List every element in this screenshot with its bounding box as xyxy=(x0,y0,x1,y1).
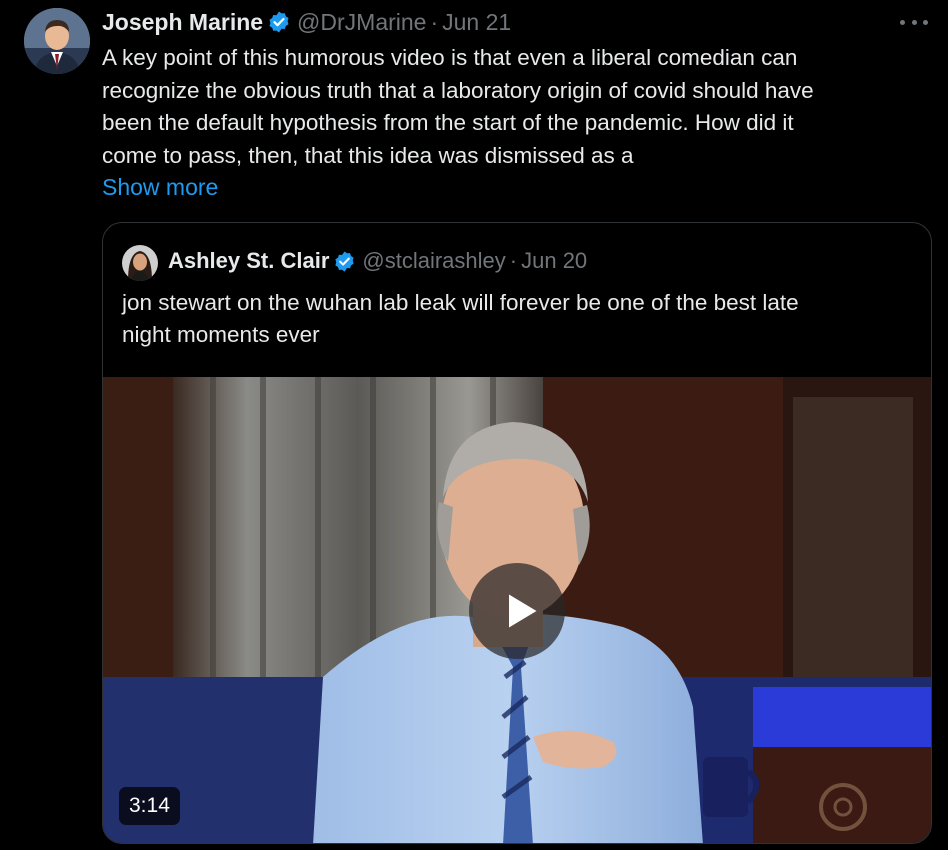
video-player[interactable]: 3:14 xyxy=(103,377,931,843)
more-options-icon[interactable] xyxy=(900,10,928,34)
separator-dot: · xyxy=(509,248,518,273)
quoted-author-avatar[interactable] xyxy=(122,245,158,281)
tweet-text-line: recognize the obvious truth that a labor… xyxy=(102,77,814,103)
author-name[interactable]: Joseph Marine xyxy=(102,9,263,36)
video-duration-badge: 3:14 xyxy=(119,787,180,825)
verified-badge-icon xyxy=(269,11,289,33)
quoted-author-handle[interactable]: @stclairashley xyxy=(362,248,505,274)
author-handle[interactable]: @DrJMarine xyxy=(297,9,426,36)
quoted-tweet-text: jon stewart on the wuhan lab leak will f… xyxy=(122,287,912,351)
verified-badge-icon xyxy=(335,250,354,272)
quoted-text-line: night moments ever xyxy=(122,322,320,347)
tweet-header: Joseph Marine @DrJMarine · Jun 21 xyxy=(102,8,511,36)
tweet[interactable]: Joseph Marine @DrJMarine · Jun 21 A key … xyxy=(0,0,948,850)
show-more-link[interactable]: Show more xyxy=(102,172,218,202)
tweet-text: A key point of this humorous video is th… xyxy=(102,42,922,172)
author-avatar[interactable] xyxy=(24,8,90,74)
separator-dot: · xyxy=(430,8,439,35)
play-icon xyxy=(509,594,537,628)
quoted-tweet-date[interactable]: Jun 20 xyxy=(521,248,587,274)
tweet-date[interactable]: Jun 21 xyxy=(442,9,511,36)
quoted-author-name[interactable]: Ashley St. Clair xyxy=(168,248,329,274)
play-button[interactable] xyxy=(469,563,565,659)
quoted-tweet[interactable]: Ashley St. Clair @stclairashley · Jun 20… xyxy=(102,222,932,844)
tweet-text-line: come to pass, then, that this idea was d… xyxy=(102,142,634,168)
tweet-text-line: A key point of this humorous video is th… xyxy=(102,45,798,70)
quoted-text-line: jon stewart on the wuhan lab leak will f… xyxy=(122,290,799,315)
tweet-text-line: been the default hypothesis from the sta… xyxy=(102,110,794,135)
quoted-tweet-header: Ashley St. Clair @stclairashley · Jun 20 xyxy=(168,246,587,276)
